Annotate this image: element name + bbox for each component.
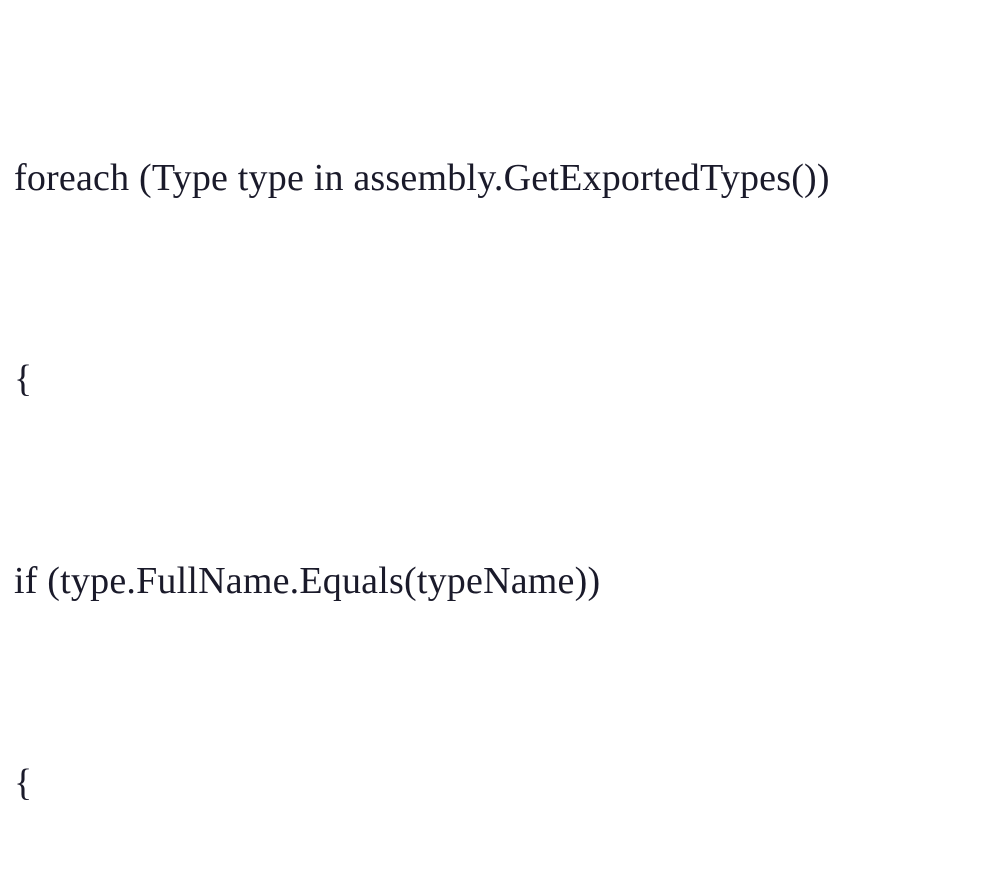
code-snippet: foreach (Type type in assembly.GetExport… [0, 0, 1000, 889]
code-line: foreach (Type type in assembly.GetExport… [14, 145, 986, 212]
code-line: if (type.FullName.Equals(typeName)) [14, 548, 986, 615]
code-line: { [14, 346, 986, 413]
code-line: { [14, 750, 986, 817]
